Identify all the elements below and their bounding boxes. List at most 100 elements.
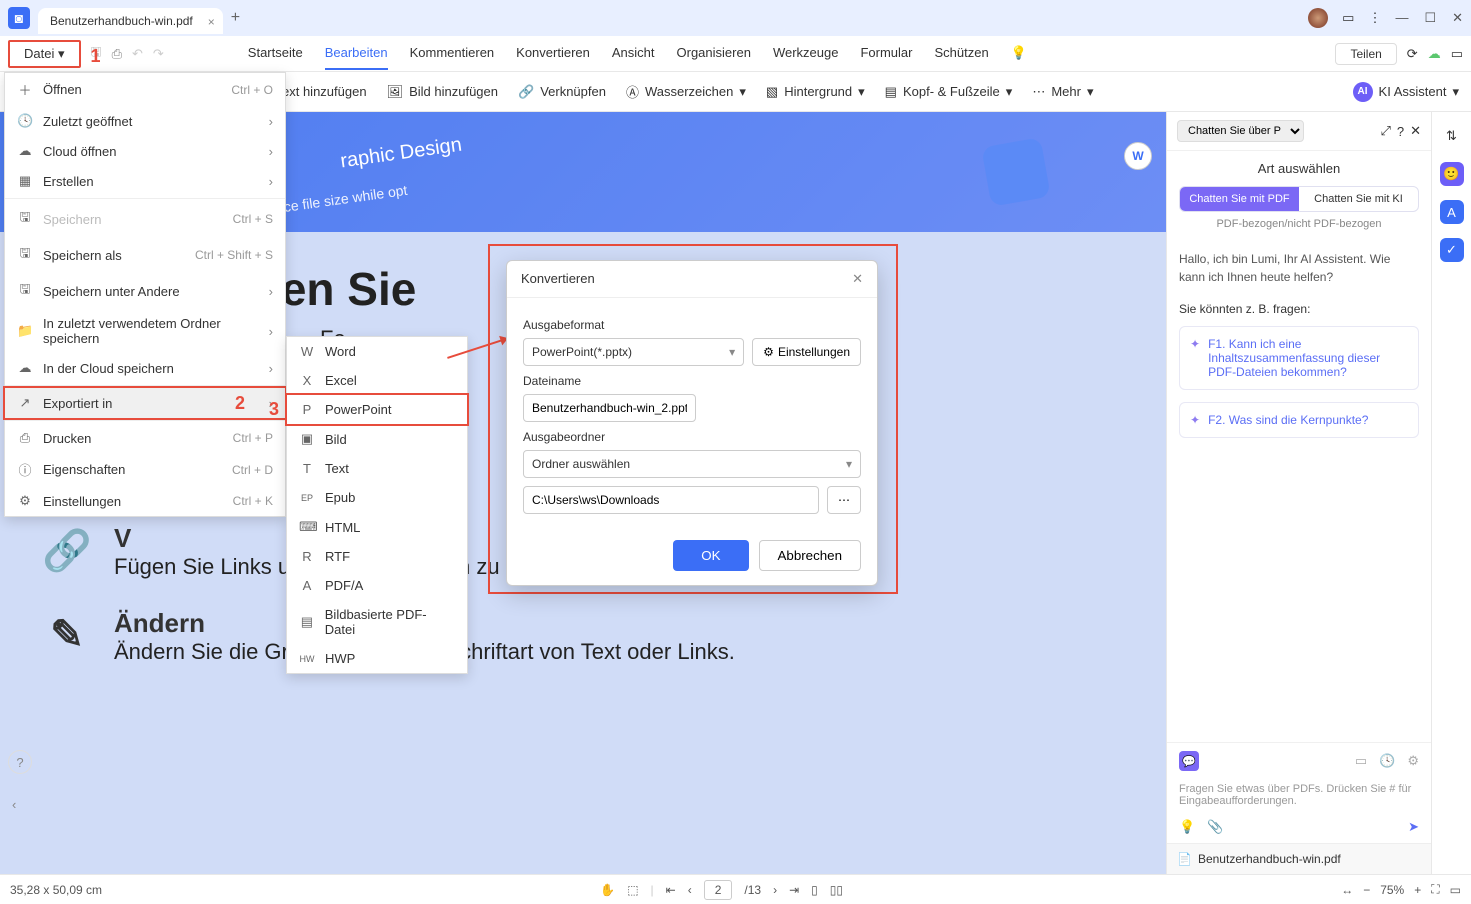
new-tab-button[interactable]: + — [231, 9, 240, 27]
read-mode-icon[interactable]: ▭ — [1450, 883, 1461, 897]
ai-idea-icon[interactable]: 💡 — [1179, 819, 1195, 835]
ai-mode-select[interactable]: Chatten Sie über P — [1177, 120, 1304, 142]
menu-recent[interactable]: 🕓Zuletzt geöffnet› — [5, 106, 285, 136]
rail-translate-icon[interactable]: A — [1440, 200, 1464, 224]
prev-page-icon[interactable]: ‹ — [688, 883, 692, 897]
ai-history-icon[interactable]: 🕓 — [1379, 753, 1395, 769]
export-word[interactable]: WWord — [287, 337, 467, 366]
tab-kommentieren[interactable]: Kommentieren — [410, 37, 495, 70]
select-tool-icon[interactable]: ⬚ — [627, 883, 638, 897]
window-close-icon[interactable]: ✕ — [1452, 10, 1463, 26]
ai-expand-icon[interactable]: ⤢ — [1380, 123, 1390, 139]
window-feedback-icon[interactable]: ▭ — [1342, 10, 1354, 26]
ai-suggestion-2[interactable]: F2. Was sind die Kernpunkte? — [1179, 402, 1419, 438]
ai-attach-icon[interactable]: 📎 — [1207, 819, 1223, 835]
dialog-close-icon[interactable]: ✕ — [852, 271, 863, 287]
export-rtf[interactable]: RRTF — [287, 542, 467, 571]
browse-folder-button[interactable]: ⋯ — [827, 486, 861, 514]
rail-check-icon[interactable]: ✓ — [1440, 238, 1464, 262]
watermark-button[interactable]: ⒶWasserzeichen ▾ — [626, 82, 746, 101]
print-icon[interactable]: ⎙ — [112, 46, 122, 62]
menu-properties[interactable]: ⓘEigenschaftenCtrl + D — [5, 453, 285, 486]
add-text-button[interactable]: ext hinzufügen — [282, 84, 367, 99]
cloud-icon[interactable]: ☁ — [1428, 46, 1441, 62]
tab-konvertieren[interactable]: Konvertieren — [516, 37, 590, 70]
export-excel[interactable]: XExcel — [287, 366, 467, 395]
undo-icon[interactable]: ↶ — [132, 46, 143, 62]
ai-close-icon[interactable]: ✕ — [1410, 123, 1421, 139]
export-text[interactable]: TText — [287, 454, 467, 483]
format-select[interactable]: PowerPoint(*.pptx)▾ — [523, 338, 744, 366]
dialog-cancel-button[interactable]: Abbrechen — [759, 540, 861, 571]
first-page-icon[interactable]: ⇤ — [666, 883, 676, 897]
word-export-badge[interactable]: W — [1124, 142, 1152, 170]
menu-cloud-open[interactable]: ☁Cloud öffnen› — [5, 136, 285, 166]
two-page-icon[interactable]: ▯▯ — [830, 883, 843, 897]
header-footer-button[interactable]: ▤Kopf- & Fußzeile ▾ — [885, 84, 1013, 100]
menu-save-as[interactable]: 🖫Speichern alsCtrl + Shift + S — [5, 237, 285, 273]
window-maximize-icon[interactable]: ☐ — [1424, 10, 1436, 26]
add-image-button[interactable]: 🖼Bild hinzufügen — [387, 84, 498, 100]
tab-lightbulb-icon[interactable]: 💡 — [1011, 37, 1027, 70]
tab-organisieren[interactable]: Organisieren — [677, 37, 751, 70]
tab-startseite[interactable]: Startseite — [248, 37, 303, 70]
tab-schuetzen[interactable]: Schützen — [934, 37, 988, 70]
redo-icon[interactable]: ↷ — [153, 46, 164, 62]
menu-save-cloud[interactable]: ☁In der Cloud speichern› — [5, 353, 285, 383]
window-minimize-icon[interactable]: — — [1395, 10, 1408, 26]
tab-close-icon[interactable]: × — [208, 15, 215, 29]
tab-formular[interactable]: Formular — [860, 37, 912, 70]
background-button[interactable]: ▧Hintergrund ▾ — [766, 84, 865, 100]
menu-create[interactable]: ▦Erstellen› — [5, 166, 285, 196]
help-button[interactable]: ? — [8, 750, 32, 774]
ai-tab-pdf[interactable]: Chatten Sie mit PDF — [1180, 187, 1299, 211]
more-button[interactable]: ⋯Mehr ▾ — [1032, 84, 1093, 100]
export-hwp[interactable]: HWHWP — [287, 644, 467, 673]
export-pdfa[interactable]: APDF/A — [287, 571, 467, 600]
fullscreen-icon[interactable]: ⛶ — [1431, 882, 1439, 897]
menu-save-recent-folder[interactable]: 📁In zuletzt verwendetem Ordner speichern… — [5, 309, 285, 353]
window-more-icon[interactable]: ⋮ — [1368, 10, 1381, 26]
document-tab[interactable]: Benutzerhandbuch-win.pdf × — [38, 8, 223, 34]
rail-adjust-icon[interactable]: ⇅ — [1440, 124, 1464, 148]
history-icon[interactable]: ⟳ — [1407, 46, 1418, 62]
tab-werkzeuge[interactable]: Werkzeuge — [773, 37, 839, 70]
ai-help-icon[interactable]: ? — [1397, 124, 1404, 139]
last-page-icon[interactable]: ⇥ — [789, 883, 799, 897]
share-button[interactable]: Teilen — [1335, 43, 1396, 65]
zoom-level[interactable]: 75% — [1380, 883, 1404, 897]
menu-settings[interactable]: ⚙EinstellungenCtrl + K — [5, 486, 285, 516]
fit-width-icon[interactable]: ↔ — [1341, 883, 1353, 897]
tab-bearbeiten[interactable]: Bearbeiten — [325, 37, 388, 70]
tab-ansicht[interactable]: Ansicht — [612, 37, 655, 70]
folder-select[interactable]: Ordner auswählen▾ — [523, 450, 861, 478]
next-page-icon[interactable]: › — [773, 883, 777, 897]
user-avatar[interactable] — [1308, 8, 1328, 28]
ai-assistant-button[interactable]: AI KI Assistent ▾ — [1353, 82, 1459, 102]
format-settings-button[interactable]: ⚙Einstellungen — [752, 338, 861, 366]
file-menu-button[interactable]: Datei ▾ 1 — [8, 40, 81, 68]
settings-icon[interactable]: ▭ — [1451, 46, 1463, 62]
current-page[interactable]: 2 — [715, 883, 722, 897]
menu-print[interactable]: ⎙DruckenCtrl + P — [5, 423, 285, 453]
ai-chat-icon[interactable]: 💬 — [1179, 751, 1199, 771]
link-button[interactable]: 🔗Verknüpfen — [518, 84, 606, 100]
ai-settings-icon[interactable]: ⚙ — [1407, 753, 1419, 769]
export-html[interactable]: ⌨HTML — [287, 512, 467, 542]
menu-open[interactable]: ＋ÖffnenCtrl + O — [5, 73, 285, 106]
single-page-icon[interactable]: ▯ — [811, 883, 818, 897]
export-powerpoint[interactable]: 3PPowerPoint — [285, 393, 469, 426]
zoom-in-icon[interactable]: + — [1414, 883, 1421, 897]
folder-path-input[interactable] — [523, 486, 819, 514]
ai-action-icon-1[interactable]: ▭ — [1355, 753, 1367, 769]
export-epub[interactable]: EPEpub — [287, 483, 467, 512]
zoom-out-icon[interactable]: − — [1363, 883, 1370, 897]
ai-input-placeholder[interactable]: Fragen Sie etwas über PDFs. Drücken Sie … — [1179, 777, 1419, 813]
rail-ai-icon[interactable]: 🙂 — [1440, 162, 1464, 186]
ai-suggestion-1[interactable]: F1. Kann ich eine Inhaltszusammenfassung… — [1179, 326, 1419, 390]
dialog-ok-button[interactable]: OK — [673, 540, 748, 571]
filename-input[interactable] — [523, 394, 696, 422]
export-image[interactable]: ▣Bild — [287, 424, 467, 454]
collapse-left-icon[interactable]: ‹ — [12, 797, 16, 812]
ai-current-file[interactable]: 📄 Benutzerhandbuch-win.pdf — [1167, 843, 1431, 874]
